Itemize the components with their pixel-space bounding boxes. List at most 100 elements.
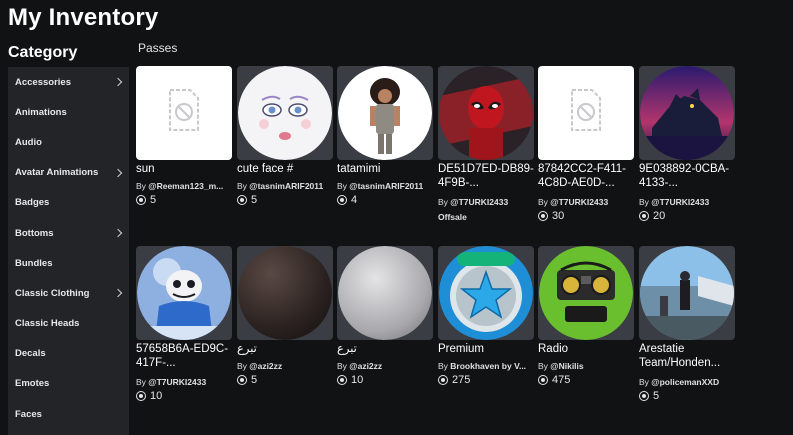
item-name[interactable]: 57658B6A-ED9C-417F-...	[136, 342, 234, 370]
police-scene-image	[640, 246, 734, 340]
item-name[interactable]: تبرع	[237, 342, 335, 356]
item-card[interactable]: تبرع By @azi2zz 10	[337, 246, 433, 416]
item-thumbnail[interactable]	[438, 66, 534, 160]
sidebar-item-label: Bottoms	[15, 227, 54, 239]
sidebar-item-accessories[interactable]: Accessories	[8, 67, 129, 97]
creator-name[interactable]: @T7URKI2433	[148, 377, 206, 387]
item-thumbnail[interactable]	[237, 246, 333, 340]
item-creator[interactable]: By @T7URKI2433	[438, 197, 536, 207]
sidebar-item-label: Accessories	[15, 76, 71, 88]
item-card[interactable]: cute face # By @tasnimARIF2011 5	[237, 66, 333, 236]
by-label: By	[438, 197, 448, 207]
sidebar-item-label: Avatar Animations	[15, 167, 99, 179]
item-creator[interactable]: By @policemanXXD	[639, 377, 737, 387]
sidebar-item-decals[interactable]: Decals	[8, 339, 129, 369]
item-name[interactable]: tatamimi	[337, 162, 435, 176]
sidebar-item-animations[interactable]: Animations	[8, 97, 129, 127]
item-thumbnail[interactable]	[538, 66, 634, 160]
robux-icon	[337, 195, 347, 205]
offsale-label: Offsale	[438, 212, 467, 222]
item-thumbnail[interactable]	[639, 66, 735, 160]
item-price: 10	[337, 374, 363, 386]
item-name[interactable]: sun	[136, 162, 234, 176]
item-card[interactable]: tatamimi By @tasnimARIF2011 4	[337, 66, 433, 236]
item-thumbnail[interactable]	[639, 246, 735, 340]
item-name[interactable]: cute face #	[237, 162, 335, 176]
sidebar-item-label: Animations	[15, 106, 67, 118]
category-sidebar: Accessories Animations Audio Avatar Anim…	[8, 67, 129, 435]
sidebar-item-label: Badges	[15, 197, 50, 209]
sidebar-item-emotes[interactable]: Emotes	[8, 369, 129, 399]
creator-name[interactable]: @T7URKI2433	[550, 197, 608, 207]
item-card[interactable]: 57658B6A-ED9C-417F-... By @T7URKI2433 10	[136, 246, 232, 416]
robux-icon	[639, 391, 649, 401]
item-card[interactable]: Premium By Brookhaven by V... 275	[438, 246, 534, 416]
item-creator[interactable]: By @azi2zz	[337, 361, 435, 371]
sidebar-item-badges[interactable]: Badges	[8, 188, 129, 218]
item-price: 30	[538, 210, 564, 222]
item-creator[interactable]: By @Nikilis	[538, 361, 636, 371]
item-name[interactable]: Radio	[538, 342, 636, 356]
item-creator[interactable]: By @tasnimARIF2011	[337, 181, 435, 191]
item-thumbnail[interactable]	[438, 246, 534, 340]
creator-name[interactable]: @Reeman123_m...	[148, 181, 223, 191]
creator-name[interactable]: @T7URKI2433	[651, 197, 709, 207]
item-thumbnail[interactable]	[237, 66, 333, 160]
placeholder-icon	[571, 89, 601, 131]
creator-name[interactable]: @tasnimARIF2011	[349, 181, 423, 191]
price-value: 5	[653, 390, 660, 402]
item-thumbnail[interactable]	[538, 246, 634, 340]
item-creator[interactable]: By Brookhaven by V...	[438, 361, 536, 371]
item-card[interactable]: sun By @Reeman123_m... 5	[136, 66, 232, 236]
item-card[interactable]: Arestatie Team/Honden... By @policemanXX…	[639, 246, 735, 416]
item-thumbnail[interactable]	[337, 66, 433, 160]
sidebar-item-bundles[interactable]: Bundles	[8, 248, 129, 278]
item-creator[interactable]: By @T7URKI2433	[136, 377, 234, 387]
item-price: 5	[237, 374, 257, 386]
item-card[interactable]: 9E038892-0CBA-4133-... By @T7URKI2433 20	[639, 66, 735, 236]
sidebar-item-faces[interactable]: Faces	[8, 399, 129, 429]
item-card[interactable]: Radio By @Nikilis 475	[538, 246, 634, 416]
item-card[interactable]: تبرع By @azi2zz 5	[237, 246, 333, 416]
creator-name[interactable]: @T7URKI2433	[450, 197, 508, 207]
price-value: 20	[653, 210, 666, 222]
section-label: Passes	[138, 41, 178, 55]
item-creator[interactable]: By @Reeman123_m...	[136, 181, 234, 191]
item-name[interactable]: DE51D7ED-DB89-4F9B-...	[438, 162, 536, 190]
creator-name[interactable]: @azi2zz	[249, 361, 282, 371]
sidebar-item-label: Emotes	[15, 378, 50, 390]
item-creator[interactable]: By @T7URKI2433	[538, 197, 636, 207]
sidebar-item-classic-clothing[interactable]: Classic Clothing	[8, 278, 129, 308]
category-title: Category	[8, 44, 78, 61]
item-name[interactable]: 87842CC2-F411-4C8D-AE0D-...	[538, 162, 636, 190]
item-card[interactable]: 87842CC2-F411-4C8D-AE0D-... By @T7URKI24…	[538, 66, 634, 236]
sidebar-item-classic-heads[interactable]: Classic Heads	[8, 309, 129, 339]
item-name[interactable]: Arestatie Team/Honden...	[639, 342, 737, 370]
item-creator[interactable]: By @tasnimARIF2011	[237, 181, 335, 191]
creator-name[interactable]: Brookhaven by V...	[450, 361, 526, 371]
item-creator[interactable]: By @azi2zz	[237, 361, 335, 371]
item-thumbnail[interactable]	[136, 246, 232, 340]
item-thumbnail[interactable]	[337, 246, 433, 340]
creator-name[interactable]: @azi2zz	[349, 361, 382, 371]
sidebar-item-bottoms[interactable]: Bottoms	[8, 218, 129, 248]
creator-name[interactable]: @tasnimARIF2011	[249, 181, 323, 191]
by-label: By	[337, 181, 347, 191]
item-name[interactable]: Premium	[438, 342, 536, 356]
creator-name[interactable]: @Nikilis	[550, 361, 583, 371]
item-price: 4	[337, 194, 357, 206]
by-label: By	[438, 361, 448, 371]
creator-name[interactable]: @policemanXXD	[651, 377, 719, 387]
item-thumbnail[interactable]	[136, 66, 232, 160]
by-label: By	[538, 197, 548, 207]
chevron-right-icon	[113, 228, 123, 238]
sidebar-item-audio[interactable]: Audio	[8, 127, 129, 157]
item-card[interactable]: DE51D7ED-DB89-4F9B-... By @T7URKI2433 Of…	[438, 66, 534, 236]
sidebar-item-label: Classic Clothing	[15, 287, 90, 299]
by-label: By	[538, 361, 548, 371]
chevron-right-icon	[113, 168, 123, 177]
sidebar-item-avatar-animations[interactable]: Avatar Animations	[8, 158, 129, 188]
item-name[interactable]: 9E038892-0CBA-4133-...	[639, 162, 737, 190]
item-creator[interactable]: By @T7URKI2433	[639, 197, 737, 207]
item-name[interactable]: تبرع	[337, 342, 435, 356]
